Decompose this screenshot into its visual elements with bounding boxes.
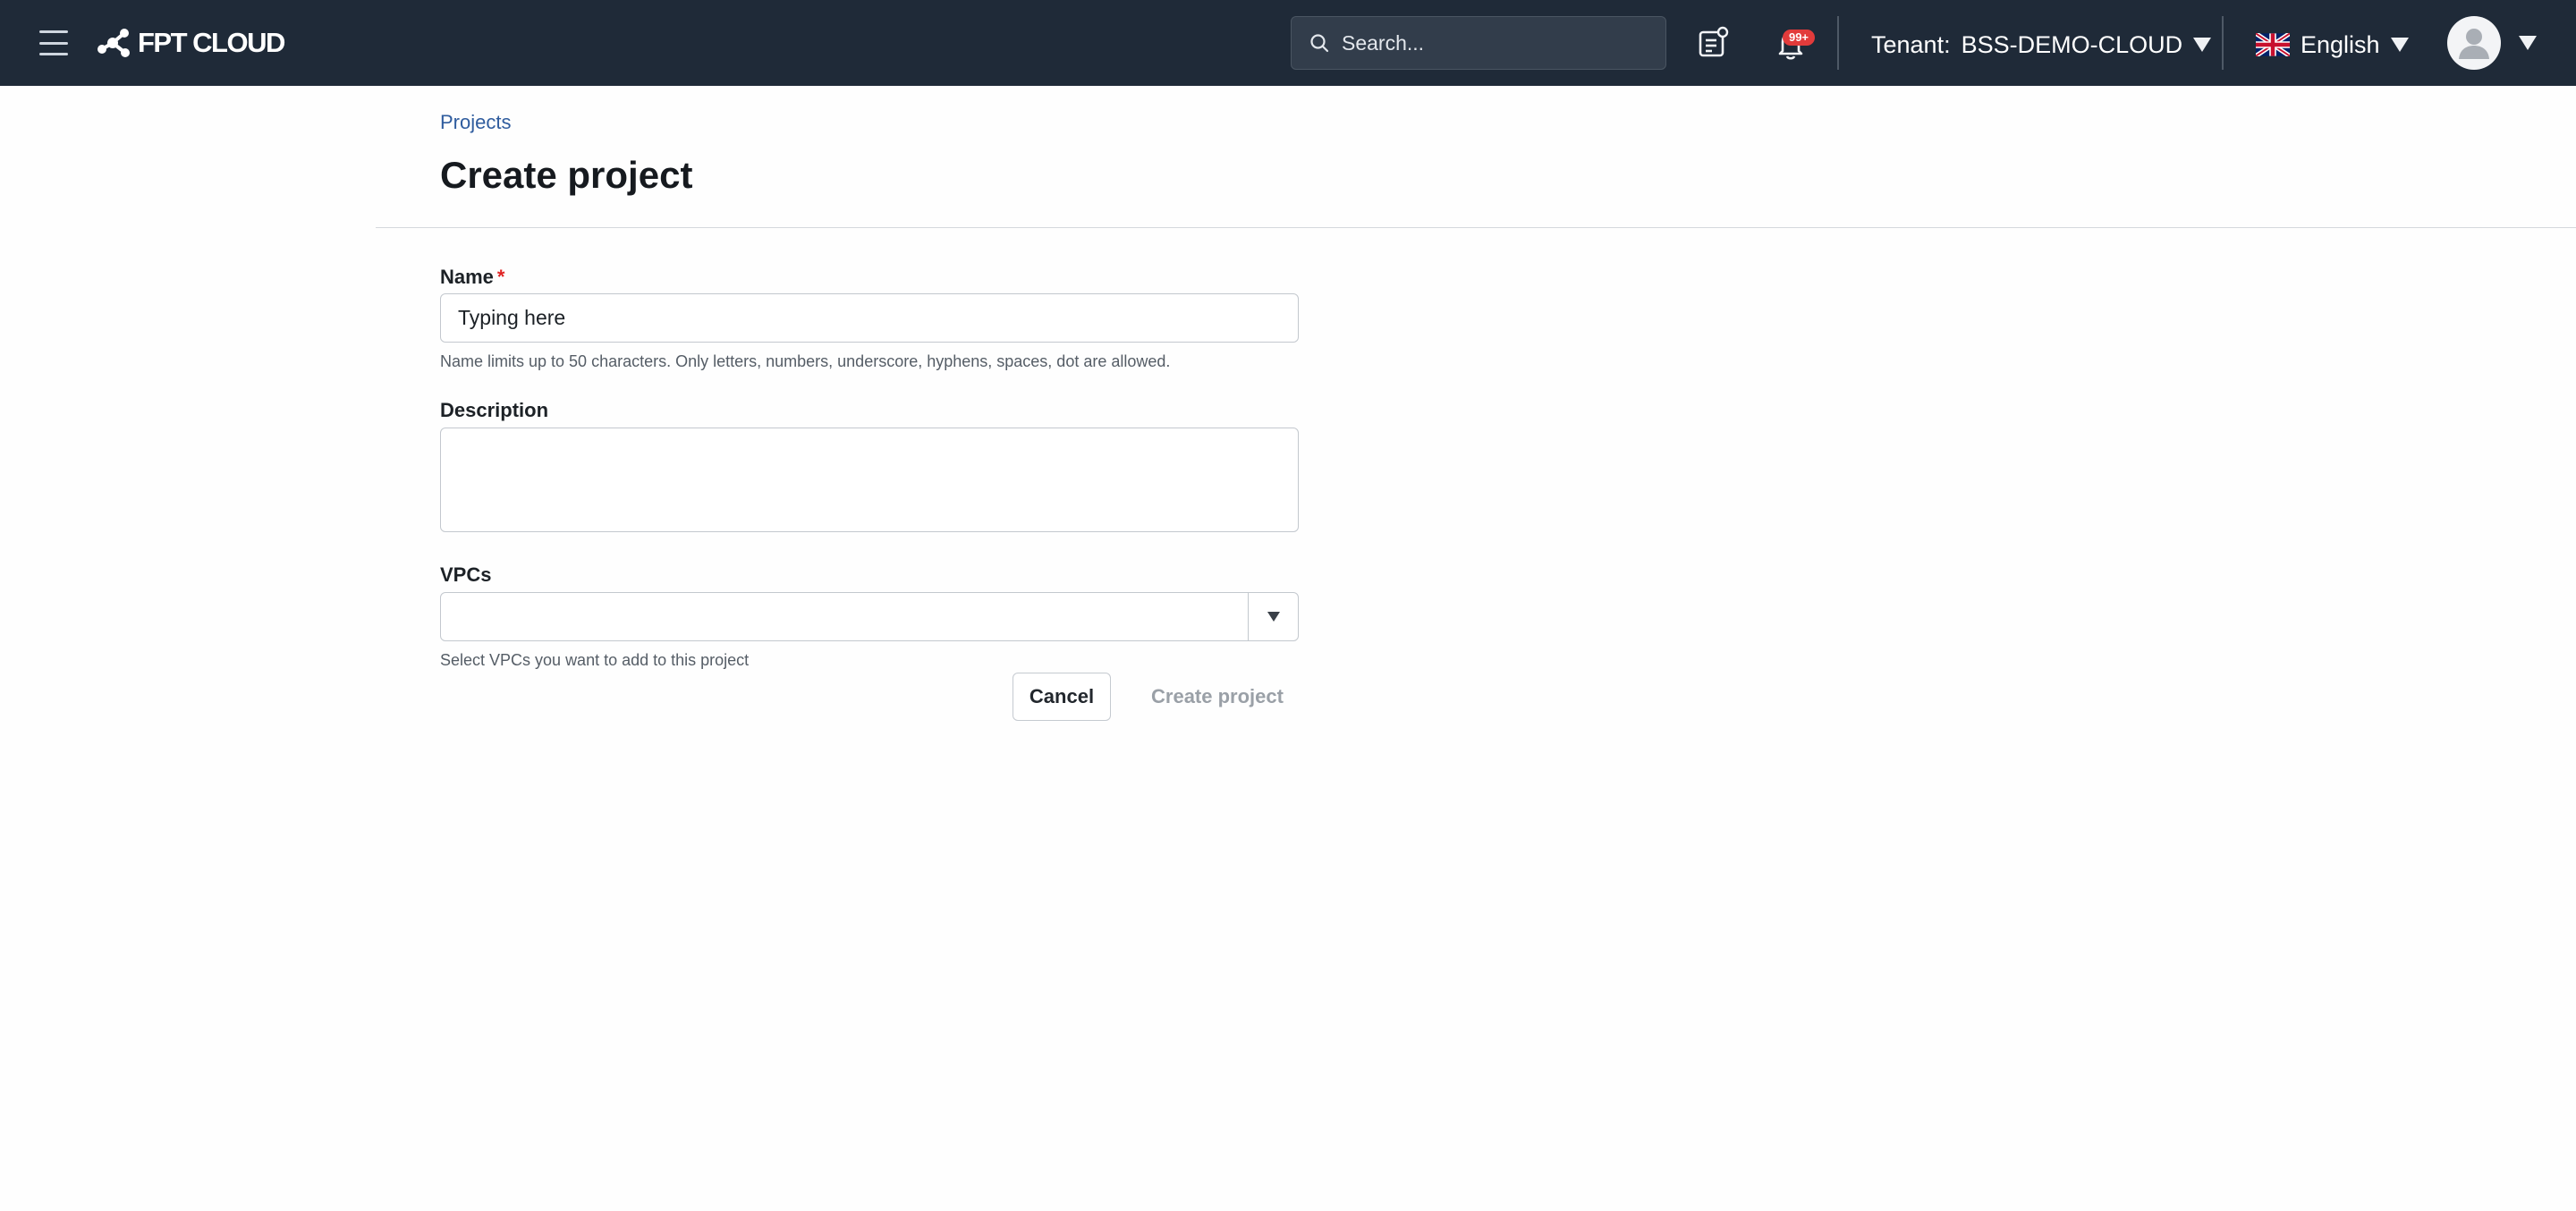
caret-down-icon: [2390, 38, 2409, 52]
page-title: Create project: [440, 154, 693, 196]
logo-network-icon: [97, 29, 130, 57]
header-divider: [1837, 16, 1839, 70]
description-textarea[interactable]: [441, 428, 1298, 531]
top-navigation-bar: FPT CLOUD 99+ Tenant: BSS-DEMO-CLOUD: [0, 0, 2576, 86]
description-label: Description: [440, 399, 549, 421]
brand-logo[interactable]: FPT CLOUD: [97, 23, 285, 63]
header-divider: [2222, 16, 2224, 70]
hamburger-menu-icon[interactable]: [39, 30, 68, 55]
language-selector[interactable]: English: [2256, 27, 2409, 63]
create-project-button[interactable]: Create project: [1136, 673, 1299, 721]
tenant-selector[interactable]: Tenant: BSS-DEMO-CLOUD: [1871, 27, 2212, 63]
vpcs-select[interactable]: [440, 592, 1299, 641]
global-search[interactable]: [1291, 16, 1666, 70]
search-input[interactable]: [1342, 30, 1646, 55]
required-asterisk: *: [496, 266, 505, 288]
tenant-value: BSS-DEMO-CLOUD: [1961, 30, 2183, 58]
caret-down-icon: [2193, 38, 2212, 52]
chevron-down-icon: [1267, 612, 1280, 622]
name-input[interactable]: [441, 294, 1298, 342]
vpcs-label: VPCs: [440, 563, 492, 586]
user-avatar-icon[interactable]: [2447, 16, 2501, 70]
brand-name: FPT CLOUD: [138, 27, 285, 58]
vpcs-help-text: Select VPCs you want to add to this proj…: [440, 651, 750, 669]
name-label-text: Name: [440, 266, 494, 288]
vpcs-select-input[interactable]: [441, 593, 1298, 640]
vpcs-dropdown-toggle[interactable]: [1248, 593, 1298, 640]
language-value: English: [2301, 30, 2380, 58]
uk-flag-icon: [2256, 33, 2290, 56]
name-field: [440, 293, 1299, 343]
cancel-button[interactable]: Cancel: [1013, 673, 1111, 721]
notification-count-badge: 99+: [1783, 30, 1815, 46]
tenant-label: Tenant:: [1871, 30, 1951, 58]
name-help-text: Name limits up to 50 characters. Only le…: [440, 352, 1171, 370]
name-label: Name *: [440, 266, 504, 289]
user-menu-caret-icon[interactable]: [2519, 36, 2537, 50]
ticket-icon[interactable]: [1698, 26, 1730, 58]
breadcrumb-projects-link[interactable]: Projects: [440, 111, 511, 134]
description-field: [440, 428, 1299, 532]
title-divider: [376, 227, 2576, 228]
search-icon: [1310, 34, 1329, 53]
